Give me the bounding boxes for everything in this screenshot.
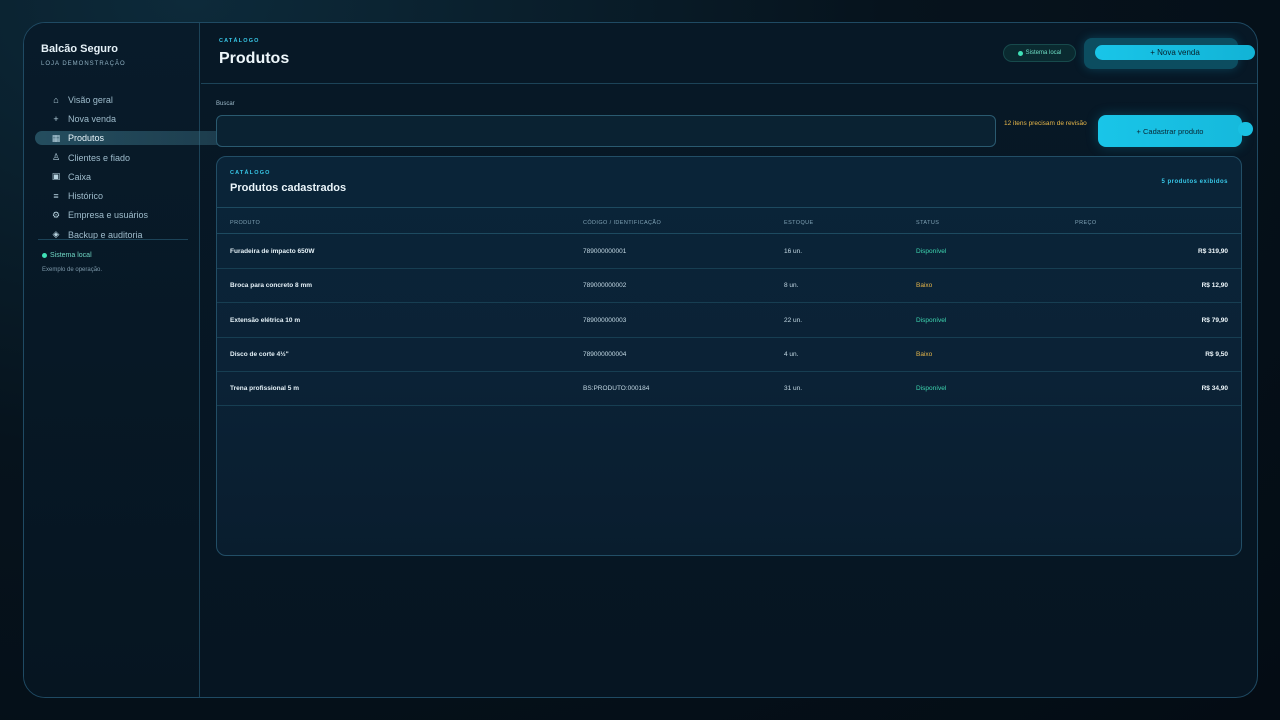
product-name: Trena profissional 5 m: [230, 385, 299, 393]
new-sale-button[interactable]: + Nova venda: [1095, 45, 1255, 60]
sidebar-item-label: Nova venda: [68, 113, 117, 124]
review-notice[interactable]: 12 itens precisam de revisão: [1004, 120, 1087, 127]
product-stock: 31 un.: [784, 385, 803, 393]
product-name: Broca para concreto 8 mm: [230, 282, 313, 290]
product-status: Disponível: [916, 248, 947, 255]
product-stock: 8 un.: [784, 282, 799, 290]
register-product-button[interactable]: + Cadastrar produto: [1098, 115, 1242, 147]
brand-title: Balcão Seguro: [41, 43, 119, 55]
status-badge-label: Sistema local: [1025, 50, 1062, 56]
product-code: 789000000003: [583, 316, 627, 324]
plus-icon: +: [53, 113, 59, 124]
table-row[interactable]: Disco de corte 4½" 789000000004 4 un. Baixo…: [217, 338, 1241, 372]
user-icon: ♙: [51, 152, 61, 163]
sidebar: Balcão Seguro LOJA DEMONSTRAÇÃO ⌂ Visão g…: [24, 23, 291, 697]
status-badge: Sistema local: [1003, 44, 1076, 62]
search-label: Buscar: [216, 101, 235, 107]
grid-icon: ▦: [51, 132, 61, 143]
products-panel: CATÁLOGO Produtos cadastrados 5 produtos…: [216, 156, 1242, 556]
product-price: R$ 12,90: [1201, 282, 1228, 290]
list-icon: ≡: [53, 191, 59, 202]
home-icon: ⌂: [53, 94, 59, 105]
sidebar-item-visao-geral[interactable]: ⌂ Visão geral: [24, 90, 200, 109]
product-status: Baixo: [916, 282, 933, 290]
product-code: 789000000004: [583, 350, 627, 358]
table-row[interactable]: Extensão elétrica 10 m 789000000003 22 un.…: [217, 304, 1241, 338]
status-dot-icon: [1017, 50, 1023, 56]
sidebar-item-historico[interactable]: ≡ Histórico: [24, 186, 200, 205]
sidebar-item-nova-venda[interactable]: + Nova venda: [24, 109, 200, 128]
search-input[interactable]: [216, 115, 996, 147]
product-name: Furadeira de impacto 650W: [230, 248, 315, 255]
table-header: PRODUTO CÓDIGO / IDENTIFICAÇÃO ESTOQUE S…: [217, 213, 1241, 234]
app-window: Balcão Seguro LOJA DEMONSTRAÇÃO ⌂ Visão g…: [23, 22, 1258, 698]
column-header-product[interactable]: PRODUTO: [230, 220, 260, 226]
product-price: R$ 34,90: [1201, 385, 1228, 393]
brand: Balcão Seguro LOJA DEMONSTRAÇÃO: [41, 43, 126, 67]
table-row[interactable]: Furadeira de impacto 650W 789000000001 16 …: [217, 235, 1241, 269]
sidebar-item-label: Clientes e fiado: [68, 152, 131, 163]
sidebar-item-label: Caixa: [68, 171, 92, 182]
product-name: Extensão elétrica 10 m: [230, 316, 301, 324]
page-title: Produtos: [219, 50, 290, 67]
product-status: Baixo: [916, 350, 933, 358]
product-stock: 22 un.: [784, 316, 803, 324]
product-status: Disponível: [916, 385, 947, 393]
panel-title: Produtos cadastrados: [230, 182, 347, 194]
product-status: Disponível: [916, 316, 947, 324]
sidebar-status-label: Sistema local: [50, 252, 92, 259]
table-row[interactable]: Broca para concreto 8 mm 789000000002 8 un…: [217, 269, 1241, 304]
column-header-status[interactable]: STATUS: [916, 220, 939, 226]
store-name: LOJA DEMONSTRAÇÃO: [41, 61, 126, 67]
sidebar-status: Sistema local: [42, 252, 92, 259]
sidebar-item-backup-e-auditoria[interactable]: ◈ Backup e auditoria: [24, 225, 200, 244]
sidebar-item-empresa-e-usuarios[interactable]: ⚙ Empresa e usuários: [24, 206, 200, 225]
product-code: 789000000002: [583, 282, 627, 290]
status-dot-icon: [42, 253, 47, 258]
product-price: R$ 319,90: [1198, 248, 1228, 255]
column-header-price[interactable]: PREÇO: [1075, 220, 1097, 226]
sidebar-item-caixa[interactable]: ▣ Caixa: [24, 167, 200, 186]
product-code: 789000000001: [583, 248, 627, 255]
sidebar-nav: ⌂ Visão geral + Nova venda ▦ Produtos ♙ Cliente…: [24, 90, 291, 244]
page-eyebrow: CATÁLOGO: [219, 38, 260, 44]
panel-eyebrow: CATÁLOGO: [230, 170, 271, 176]
product-stock: 4 un.: [784, 350, 799, 358]
product-price: R$ 79,90: [1201, 316, 1228, 324]
product-name: Disco de corte 4½": [230, 350, 289, 358]
sidebar-item-label: Empresa e usuários: [68, 210, 149, 221]
register-product-button-knob: [1238, 122, 1253, 136]
sidebar-item-label: Histórico: [68, 191, 104, 202]
sidebar-item-label: Visão geral: [68, 94, 113, 105]
product-stock: 16 un.: [784, 248, 803, 255]
gear-icon: ⚙: [51, 209, 61, 220]
product-code: BS:PRODUTO:000184: [583, 385, 650, 393]
sidebar-divider: [38, 239, 188, 240]
column-header-code[interactable]: CÓDIGO / IDENTIFICAÇÃO: [583, 220, 661, 226]
table-row[interactable]: Trena profissional 5 m BS:PRODUTO:000184 3…: [217, 372, 1241, 407]
register-icon: ▣: [51, 171, 61, 182]
column-header-stock[interactable]: ESTOQUE: [784, 220, 814, 226]
products-count: 5 produtos exibidos: [1161, 179, 1228, 185]
sidebar-note: Exemplo de operação.: [42, 267, 103, 273]
sidebar-item-label: Produtos: [68, 133, 105, 144]
topbar: CATÁLOGO Produtos Sistema local + Nova v…: [201, 23, 1257, 84]
product-price: R$ 9,50: [1205, 350, 1228, 358]
panel-divider: [217, 207, 1241, 208]
sidebar-item-produtos[interactable]: ▦ Produtos: [24, 129, 291, 148]
sidebar-item-clientes-e-fiado[interactable]: ♙ Clientes e fiado: [24, 148, 200, 167]
